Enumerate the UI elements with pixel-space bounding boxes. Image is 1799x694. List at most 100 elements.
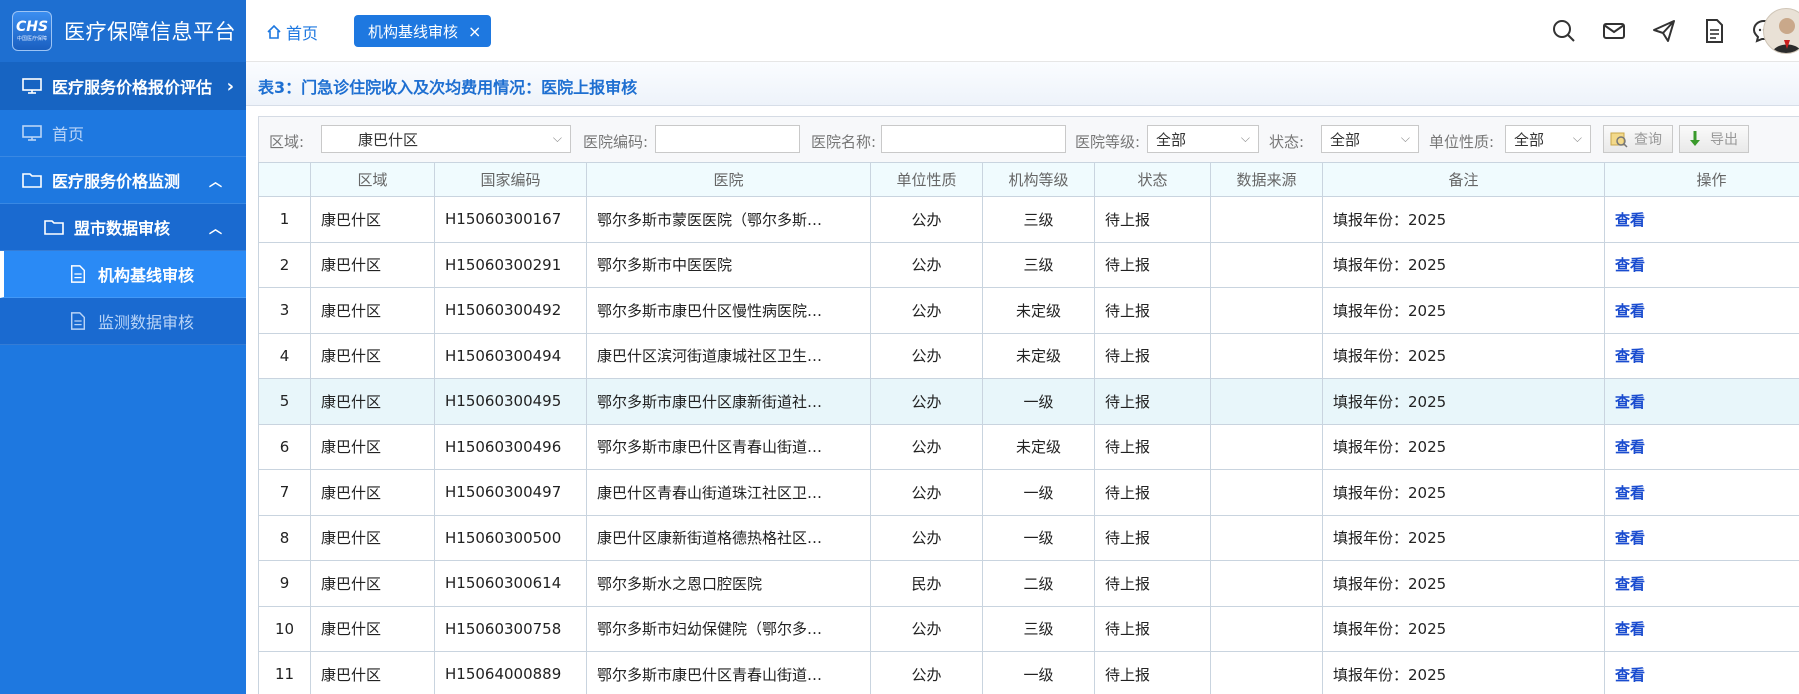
cell-hospital: 鄂尔多斯市妇幼保健院（鄂尔多… bbox=[586, 605, 871, 652]
menu-price-evaluation[interactable]: 医疗服务价格报价评估 › bbox=[0, 62, 246, 110]
hospital-name-input[interactable] bbox=[881, 125, 1066, 153]
cell-hospital: 康巴什区滨河街道康城社区卫生… bbox=[586, 332, 871, 379]
document-icon[interactable] bbox=[1701, 18, 1727, 44]
table-row[interactable]: 6 康巴什区 H15060300496 鄂尔多斯市康巴什区青春山街道… 公办 未定级 待上报… bbox=[258, 423, 1799, 470]
data-table: 区域 国家编码 医院 单位性质 机构等级 状态 数据来源 备注 操作 1 康巴什区… bbox=[258, 162, 1799, 694]
sidebar-item-price-monitoring[interactable]: 医疗服务价格监测 ︿ bbox=[0, 157, 246, 204]
chevron-down-icon: ⌵ bbox=[1240, 131, 1250, 145]
cell-code: H15060300495 bbox=[434, 378, 587, 425]
cell-code: H15060300497 bbox=[434, 469, 587, 516]
close-icon[interactable]: × bbox=[468, 22, 481, 41]
col-header-status[interactable]: 状态 bbox=[1094, 162, 1211, 197]
col-header-code[interactable]: 国家编码 bbox=[434, 162, 587, 197]
cell-source bbox=[1210, 241, 1323, 288]
cell-hospital: 鄂尔多斯水之恩口腔医院 bbox=[586, 560, 871, 607]
cell-region: 康巴什区 bbox=[310, 332, 435, 379]
page-title-bar: 表3：门急诊住院收入及次均费用情况：医院上报审核 bbox=[246, 62, 1799, 106]
cell-hospital: 鄂尔多斯市康巴什区慢性病医院… bbox=[586, 287, 871, 334]
cell-source bbox=[1210, 287, 1323, 334]
cell-hospital: 鄂尔多斯市中医医院 bbox=[586, 241, 871, 288]
mail-icon[interactable] bbox=[1601, 18, 1627, 44]
table-row[interactable]: 3 康巴什区 H15060300492 鄂尔多斯市康巴什区慢性病医院… 公办 未定级 待上报… bbox=[258, 287, 1799, 334]
logo-text: CHS bbox=[15, 19, 49, 35]
cell-nature: 公办 bbox=[870, 651, 983, 694]
table-row[interactable]: 2 康巴什区 H15060300291 鄂尔多斯市中医医院 公办 三级 待上报 填报年份：20… bbox=[258, 241, 1799, 288]
page-title: 表3：门急诊住院收入及次均费用情况：医院上报审核 bbox=[258, 78, 638, 97]
cell-status: 待上报 bbox=[1094, 423, 1211, 470]
view-link[interactable]: 查看 bbox=[1604, 605, 1799, 652]
avatar[interactable] bbox=[1763, 8, 1799, 54]
col-header-note[interactable]: 备注 bbox=[1322, 162, 1605, 197]
cell-region: 康巴什区 bbox=[310, 560, 435, 607]
sidebar-item-label: 医疗服务价格监测 bbox=[52, 172, 181, 191]
view-link[interactable]: 查看 bbox=[1604, 560, 1799, 607]
cell-index: 9 bbox=[258, 560, 311, 607]
cell-code: H15060300496 bbox=[434, 423, 587, 470]
cell-region: 康巴什区 bbox=[310, 605, 435, 652]
sidebar-item-home[interactable]: 首页 bbox=[0, 110, 246, 157]
cell-index: 7 bbox=[258, 469, 311, 516]
home-link[interactable]: 首页 bbox=[266, 20, 318, 44]
view-link[interactable]: 查看 bbox=[1604, 378, 1799, 425]
view-link[interactable]: 查看 bbox=[1604, 287, 1799, 334]
sidebar-item-monitor-data-review[interactable]: 监测数据审核 bbox=[0, 298, 246, 345]
table-row[interactable]: 9 康巴什区 H15060300614 鄂尔多斯水之恩口腔医院 民办 二级 待上报 填报年份：… bbox=[258, 560, 1799, 607]
cell-code: H15060300614 bbox=[434, 560, 587, 607]
send-icon[interactable] bbox=[1651, 18, 1677, 44]
cell-grade: 三级 bbox=[982, 196, 1095, 243]
sidebar: CHS 中国医疗保障 医疗保障信息平台 医疗服务价格报价评估 › 首页 医疗服务… bbox=[0, 0, 246, 694]
hospital-code-input[interactable] bbox=[655, 125, 800, 153]
col-header-hospital[interactable]: 医院 bbox=[586, 162, 871, 197]
tab-baseline-review[interactable]: 机构基线审核 × bbox=[354, 15, 492, 47]
cell-region: 康巴什区 bbox=[310, 287, 435, 334]
table-row[interactable]: 4 康巴什区 H15060300494 康巴什区滨河街道康城社区卫生… 公办 未定级 待上报… bbox=[258, 332, 1799, 379]
cell-nature: 公办 bbox=[870, 196, 983, 243]
cell-nature: 公办 bbox=[870, 378, 983, 425]
view-link[interactable]: 查看 bbox=[1604, 241, 1799, 288]
cell-status: 待上报 bbox=[1094, 605, 1211, 652]
cell-code: H15060300758 bbox=[434, 605, 587, 652]
view-link[interactable]: 查看 bbox=[1604, 514, 1799, 561]
search-icon[interactable] bbox=[1551, 18, 1577, 44]
home-link-label: 首页 bbox=[286, 24, 319, 43]
table-row-hovered[interactable]: 5 康巴什区 H15060300495 鄂尔多斯市康巴什区康新街道社… 公办 一级 待上报 填… bbox=[258, 378, 1799, 425]
document-icon bbox=[70, 312, 86, 330]
menu-price-evaluation-label: 医疗服务价格报价评估 bbox=[52, 78, 213, 97]
col-header-region[interactable]: 区域 bbox=[310, 162, 435, 197]
export-button[interactable]: 导出 bbox=[1679, 125, 1749, 153]
cell-grade: 三级 bbox=[982, 605, 1095, 652]
cell-index: 11 bbox=[258, 651, 311, 694]
cell-grade: 一级 bbox=[982, 514, 1095, 561]
view-link[interactable]: 查看 bbox=[1604, 332, 1799, 379]
table-row[interactable]: 11 康巴什区 H15064000889 鄂尔多斯市康巴什区青春山街道… 公办 一级 待上报… bbox=[258, 651, 1799, 694]
col-header-source[interactable]: 数据来源 bbox=[1210, 162, 1323, 197]
view-link[interactable]: 查看 bbox=[1604, 423, 1799, 470]
nature-select[interactable]: 全部 ⌵ bbox=[1505, 125, 1591, 153]
nature-label: 单位性质: bbox=[1429, 133, 1495, 151]
cell-index: 10 bbox=[258, 605, 311, 652]
view-link[interactable]: 查看 bbox=[1604, 196, 1799, 243]
cell-code: H15060300167 bbox=[434, 196, 587, 243]
grade-select[interactable]: 全部 ⌵ bbox=[1147, 125, 1259, 153]
view-link[interactable]: 查看 bbox=[1604, 469, 1799, 516]
col-header-grade[interactable]: 机构等级 bbox=[982, 162, 1095, 197]
cell-grade: 一级 bbox=[982, 469, 1095, 516]
table-row[interactable]: 10 康巴什区 H15060300758 鄂尔多斯市妇幼保健院（鄂尔多… 公办 三级 待上报… bbox=[258, 605, 1799, 652]
cell-source bbox=[1210, 651, 1323, 694]
table-row[interactable]: 1 康巴什区 H15060300167 鄂尔多斯市蒙医医院（鄂尔多斯… 公办 三级 待上报 填… bbox=[258, 196, 1799, 243]
col-header-nature[interactable]: 单位性质 bbox=[870, 162, 983, 197]
table-row[interactable]: 7 康巴什区 H15060300497 康巴什区青春山街道珠江社区卫… 公办 一级 待上报 填… bbox=[258, 469, 1799, 516]
table-row[interactable]: 8 康巴什区 H15060300500 康巴什区康新街道格德热格社区… 公办 一级 待上报 填… bbox=[258, 514, 1799, 561]
cell-source bbox=[1210, 469, 1323, 516]
region-select[interactable]: 康巴什区 ⌵ bbox=[321, 125, 571, 153]
cell-hospital: 鄂尔多斯市康巴什区青春山街道… bbox=[586, 651, 871, 694]
view-link[interactable]: 查看 bbox=[1604, 651, 1799, 694]
cell-nature: 公办 bbox=[870, 332, 983, 379]
sidebar-item-baseline-review[interactable]: 机构基线审核 bbox=[0, 251, 246, 298]
status-select[interactable]: 全部 ⌵ bbox=[1321, 125, 1419, 153]
region-label: 区域: bbox=[269, 133, 305, 151]
sidebar-item-league-data-review[interactable]: 盟市数据审核 ︿ bbox=[0, 204, 246, 251]
cell-grade: 一级 bbox=[982, 651, 1095, 694]
query-button[interactable]: 查询 bbox=[1603, 125, 1673, 153]
cell-code: H15064000889 bbox=[434, 651, 587, 694]
